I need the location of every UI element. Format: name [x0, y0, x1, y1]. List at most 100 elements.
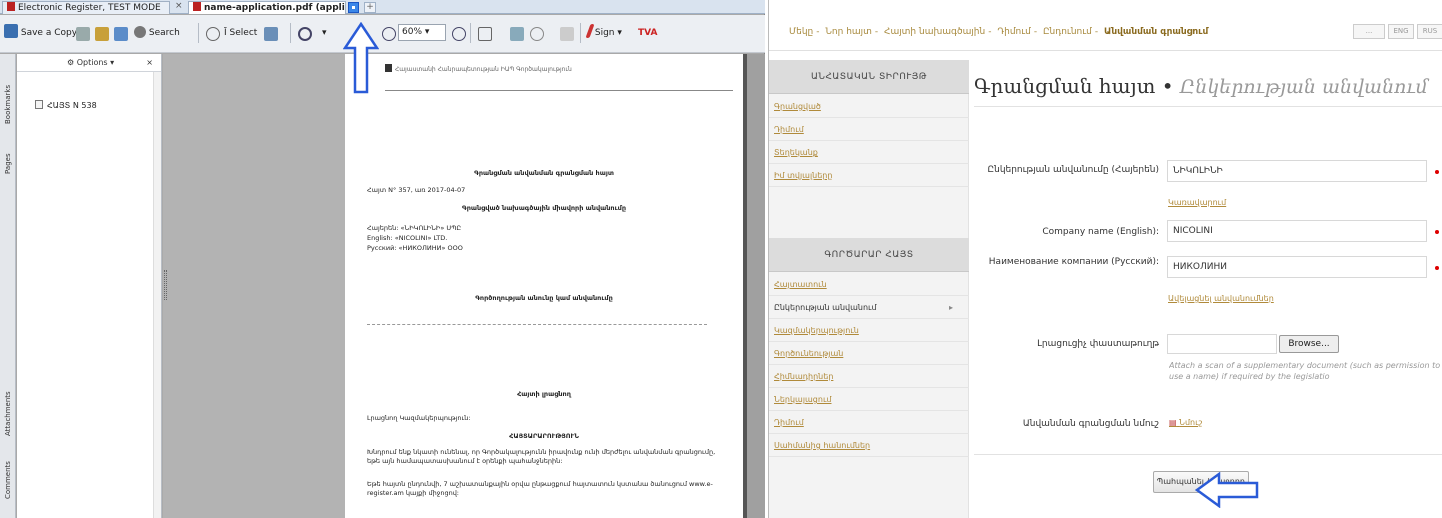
bookmarks-panel: ⚙ Options ▾ × ՀԱՅՏ N 538: [17, 54, 162, 518]
close-icon[interactable]: ×: [146, 54, 153, 72]
zoom-icon[interactable]: [298, 27, 312, 41]
header-rule: [385, 90, 733, 91]
sample-label: Անվանման գրանցման նմուշ: [1022, 419, 1159, 429]
zoom-in-icon[interactable]: [452, 27, 466, 41]
title-rule: [974, 106, 1442, 107]
sidebar-item[interactable]: Գործունեության: [769, 342, 969, 365]
sample-link[interactable]: ▤ Նմուշ: [1169, 418, 1203, 427]
snapshot-icon[interactable]: [264, 27, 278, 41]
browser-tabbar: Electronic Register, TEST MODE × name-ap…: [0, 0, 765, 14]
tab-comments[interactable]: Comments: [1, 454, 15, 506]
name-english: English: «NICOLINI» LTD.: [367, 234, 448, 242]
russian-name-label: Наименование компании (Русский):: [988, 257, 1159, 267]
print-icon[interactable]: [76, 27, 90, 41]
comment-icon[interactable]: [530, 27, 544, 41]
hand-tool-icon[interactable]: [206, 27, 220, 41]
top-button[interactable]: ...: [1353, 24, 1385, 39]
fit-page-icon[interactable]: [478, 27, 492, 41]
notice-paragraph: Եթե հայտն ընդունվի, 7 աշխատանքային օրվա …: [367, 480, 713, 497]
sidebar-item[interactable]: Սահմանից հանումներ: [769, 434, 969, 457]
bookmark-item[interactable]: ՀԱՅՏ N 538: [35, 100, 97, 110]
close-icon[interactable]: ×: [175, 1, 183, 11]
tools-icon[interactable]: [560, 27, 574, 41]
pdf-icon: [7, 2, 15, 11]
tab-electronic-register[interactable]: Electronic Register, TEST MODE: [2, 1, 170, 14]
breadcrumb: Մեկը - Նոր հայտ - Հայտի նախագծային - Դիմում…: [789, 27, 1209, 37]
zoom-out-icon[interactable]: [382, 27, 396, 41]
document-heading: Գրանցման անվանման գրանցման հայտ: [474, 169, 614, 177]
panel-resize-handle[interactable]: [164, 270, 167, 300]
document-label: Լրացուցիչ փաստաթուղթ: [1037, 339, 1159, 349]
sidebar-item-active[interactable]: Ընկերության անվանում ▸: [769, 296, 969, 319]
rotate-icon[interactable]: [510, 27, 524, 41]
breadcrumb-item[interactable]: Դիմում: [997, 27, 1031, 37]
english-name-input[interactable]: NICOLINI: [1167, 220, 1427, 242]
chevron-right-icon: ▸: [948, 303, 953, 312]
sidebar-item[interactable]: Գրանցված: [769, 95, 969, 118]
sidebar-item[interactable]: Հիմնադիրներ: [769, 365, 969, 388]
sidebar-item[interactable]: Հայտատուն: [769, 273, 969, 296]
manage-link[interactable]: Կառավարում: [1168, 198, 1226, 207]
bookmarks-scrollbar[interactable]: [153, 72, 161, 518]
sign-button[interactable]: Sign ▾: [585, 23, 622, 43]
options-menu[interactable]: ⚙ Options ▾: [67, 54, 114, 72]
new-tab-button[interactable]: +: [364, 2, 376, 13]
coat-of-arms-icon: [385, 64, 392, 72]
email-icon[interactable]: [114, 27, 128, 41]
breadcrumb-item[interactable]: Հայտի նախագծային: [884, 27, 985, 37]
options-icon: ⚙: [67, 58, 75, 67]
breadcrumb-item[interactable]: Ընդունում: [1043, 27, 1092, 37]
armenian-name-input[interactable]: ՆԻԿՈԼԻՆԻ: [1167, 160, 1427, 182]
pdf-icon: [193, 2, 201, 11]
screenshot: Electronic Register, TEST MODE × name-ap…: [0, 0, 1442, 518]
sidebar-section-title: ԳՈՐԾԱՐԱՐ ՀԱՅՏ: [769, 238, 969, 272]
sidebar-item[interactable]: Կազմակերպություն: [769, 319, 969, 342]
attention-title: ՀԱՅՏԱՐԱՐՈՒԹՅՈՒՆ: [509, 432, 579, 440]
up-arrow-annotation-icon: [343, 22, 379, 94]
side-panel-strip: Bookmarks Pages Attachments Comments: [0, 54, 16, 518]
sidebar-item[interactable]: Դիմում: [769, 411, 969, 434]
toolbar-divider: [580, 23, 581, 43]
tab-pages[interactable]: Pages: [1, 144, 15, 184]
pdf-icon: ▤: [1169, 418, 1177, 427]
chevron-down-icon[interactable]: ▾: [322, 23, 327, 43]
sidebar-item[interactable]: Տեղեկանք: [769, 141, 969, 164]
required-marker: [1435, 170, 1439, 174]
breadcrumb-current: Անվանման գրանցում: [1104, 27, 1209, 37]
browse-button[interactable]: Browse...: [1279, 335, 1339, 353]
tab-name-application[interactable]: name-application.pdf (applica...: [188, 1, 346, 14]
share-icon[interactable]: [95, 27, 109, 41]
name-armenian: Հայերեն: «ՆԻԿՈԼԻՆԻ» ՍՊԸ: [367, 224, 462, 232]
save-copy-button[interactable]: Save a Copy: [4, 23, 77, 43]
breadcrumb-item[interactable]: Նոր հայտ: [825, 27, 872, 37]
tools-badge[interactable]: TVA: [638, 23, 657, 43]
add-names-link[interactable]: Ավելացնել անվանումներ: [1168, 294, 1274, 303]
language-eng-button[interactable]: ENG: [1388, 24, 1414, 39]
request-number: Հայտ N° 357, առ 2017-04-07: [367, 186, 466, 194]
language-rus-button[interactable]: RUS: [1417, 24, 1442, 39]
sidebar-item[interactable]: Ներկայացում: [769, 388, 969, 411]
tab-attachments[interactable]: Attachments: [1, 384, 15, 444]
applicant-line: Լրացնող Կազմակերպություն:: [367, 414, 471, 422]
web-form-page: Մեկը - Նոր հայտ - Հայտի նախագծային - Դիմում…: [768, 0, 1442, 518]
pen-icon: [585, 24, 595, 38]
form-rule: [974, 454, 1442, 455]
tab-bookmarks[interactable]: Bookmarks: [1, 74, 15, 134]
divider: [367, 324, 707, 325]
previous-name-title: Գործողության անունը կամ անվանումը: [475, 294, 613, 302]
bookmarks-header: ⚙ Options ▾ ×: [17, 54, 161, 72]
sidebar-item[interactable]: Դիմում: [769, 118, 969, 141]
russian-name-input[interactable]: НИКОЛИНИ: [1167, 256, 1427, 278]
zoom-level-select[interactable]: 60% ▾: [398, 24, 446, 41]
section-title: Գրանցված նախագծային միավորի անվանումը: [461, 204, 627, 212]
breadcrumb-item[interactable]: Մեկը: [789, 27, 813, 37]
pdf-toolbar: Save a Copy Search Ī Select ▾ 60% ▾ Sign…: [0, 15, 765, 53]
toolbar-divider: [198, 23, 199, 43]
tab-close-button[interactable]: [348, 2, 359, 13]
page-title: Գրանցման հայտ • Ընկերության անվանում: [974, 74, 1428, 98]
select-button[interactable]: Ī Select: [224, 23, 257, 43]
sidebar-item[interactable]: Իմ տվյալները: [769, 164, 969, 187]
document-canvas: [163, 54, 345, 518]
search-button[interactable]: Search: [134, 23, 180, 43]
file-path-input[interactable]: [1167, 334, 1277, 354]
